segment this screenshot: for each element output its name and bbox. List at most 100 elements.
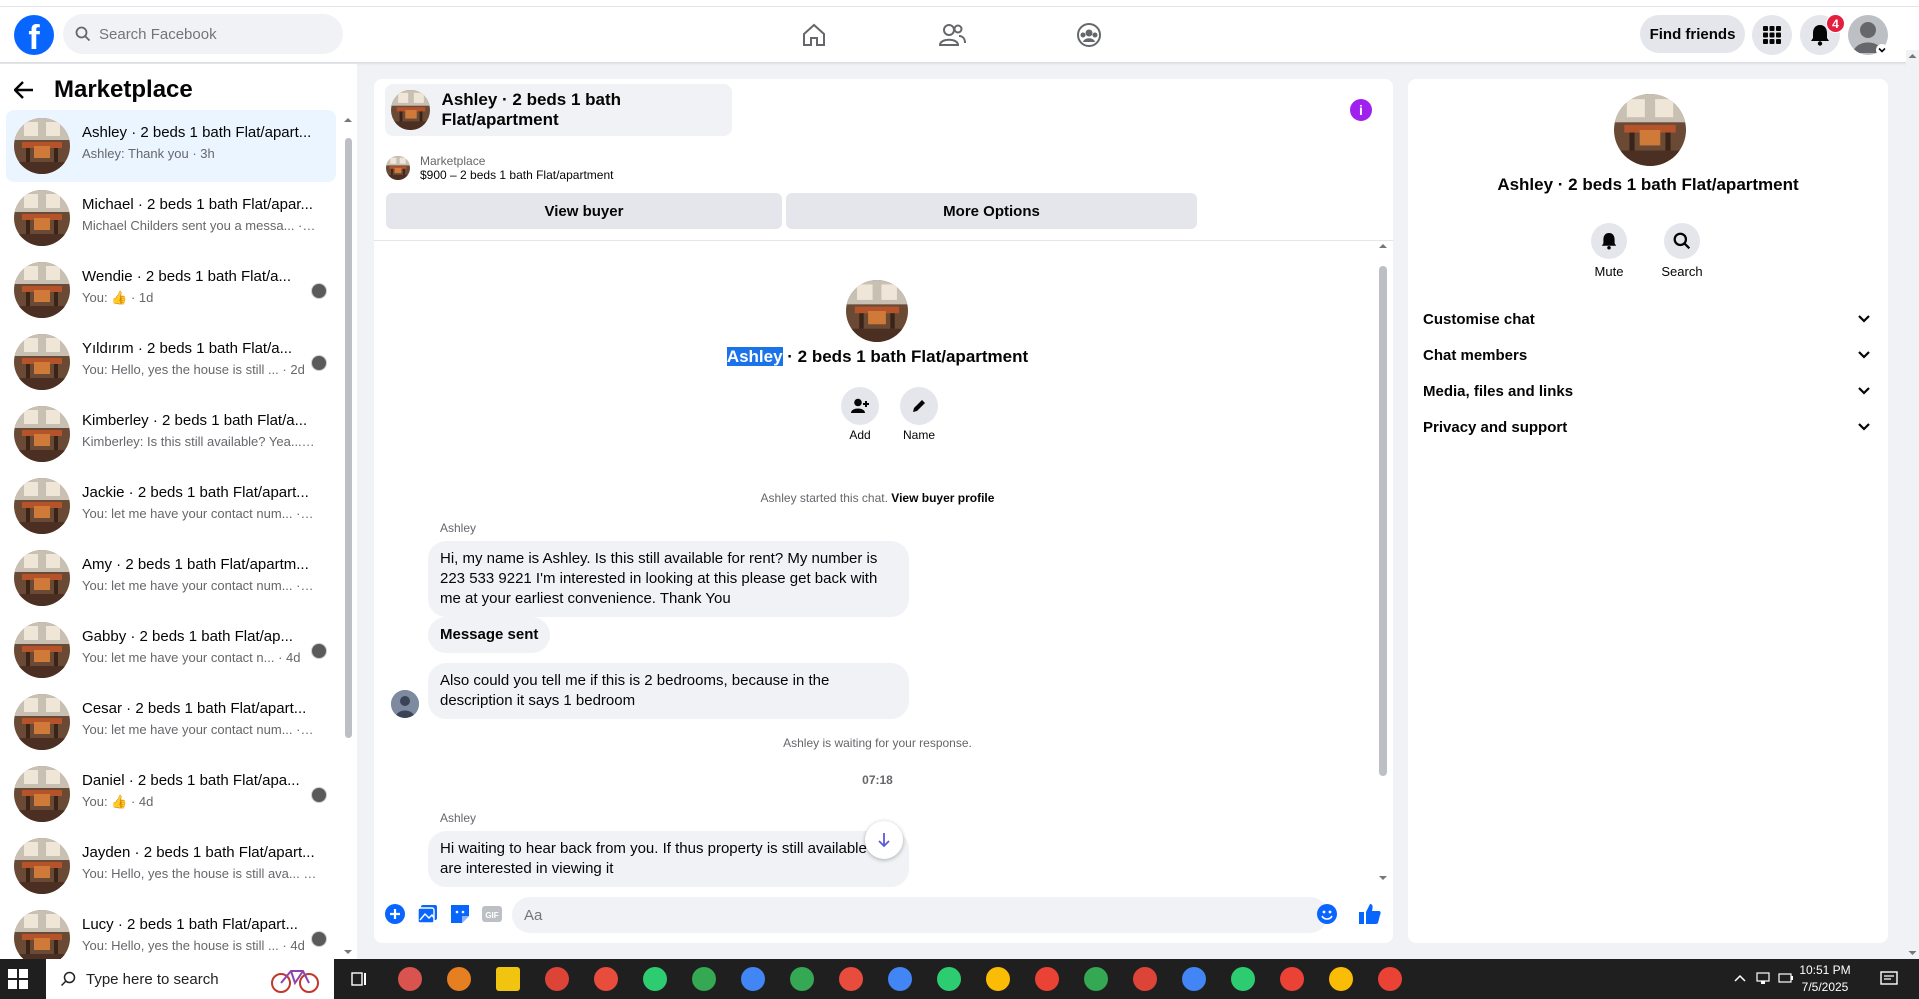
emoji-icon[interactable] (1316, 903, 1338, 925)
info-icon[interactable]: i (1350, 99, 1372, 121)
conversation-item[interactable]: Cesar · 2 beds 1 bath Flat/apart... You: … (6, 686, 336, 758)
conversation-item[interactable]: Ashley · 2 beds 1 bath Flat/apart... Ashl… (6, 110, 336, 182)
chrome-profile-icon[interactable] (1182, 967, 1206, 991)
chrome-profile-icon[interactable] (888, 967, 912, 991)
chrome-profile-icon[interactable] (692, 967, 716, 991)
chat-scrollbar[interactable] (1377, 242, 1389, 882)
profile-name-rest: · 2 beds 1 bath Flat/apartment (782, 347, 1029, 366)
chat-scrollbar-thumb[interactable] (1379, 266, 1387, 776)
chrome-profile-icon[interactable] (790, 967, 814, 991)
conversation-item[interactable]: Lucy · 2 beds 1 bath Flat/apart... You: H… (6, 902, 336, 959)
chrome-profile-icon[interactable] (1280, 967, 1304, 991)
scroll-up-icon[interactable] (344, 116, 352, 124)
facebook-search-input[interactable] (99, 25, 319, 43)
chat-header-title: Ashley · 2 beds 1 bath Flat/apartment (441, 90, 622, 129)
chrome-profile-icon[interactable] (1084, 967, 1108, 991)
listing-info[interactable]: Marketplace $900 – 2 beds 1 bath Flat/ap… (386, 154, 613, 182)
conversation-item[interactable]: Amy · 2 beds 1 bath Flat/apartm... You: l… (6, 542, 336, 614)
chat-members-section[interactable]: Chat members (1423, 337, 1883, 373)
find-friends-button[interactable]: Find friends (1640, 15, 1745, 53)
scroll-to-bottom-button[interactable] (865, 821, 903, 859)
apps-grid-icon (1763, 26, 1781, 44)
conversation-preview: You: 👍 · 1d (82, 290, 154, 305)
photo-icon[interactable] (417, 903, 439, 925)
message-input[interactable] (524, 906, 1284, 924)
chrome-profile-icon[interactable] (1133, 967, 1157, 991)
scroll-up-icon[interactable] (1379, 242, 1387, 250)
groups-nav-button[interactable] (1059, 15, 1119, 55)
left-scrollbar-thumb[interactable] (345, 138, 352, 738)
mute-button[interactable] (1591, 223, 1627, 259)
chrome-profile-icon[interactable] (1378, 967, 1402, 991)
view-buyer-button[interactable]: View buyer (386, 193, 782, 229)
add-people-button[interactable] (841, 387, 879, 425)
sender-avatar[interactable] (391, 690, 419, 718)
chat-header[interactable]: Ashley · 2 beds 1 bath Flat/apartment (385, 84, 732, 136)
conversation-item[interactable]: Jayden · 2 beds 1 bath Flat/apart... You:… (6, 830, 336, 902)
conversation-item[interactable]: Wendie · 2 beds 1 bath Flat/a... You: 👍 ·… (6, 254, 336, 326)
chrome-profile-icon[interactable] (643, 967, 667, 991)
taskbar-clock[interactable]: 10:51 PM 7/5/2025 (1790, 962, 1860, 996)
message-sent-bubble[interactable]: Message sent (428, 617, 551, 653)
arrow-down-icon (878, 833, 890, 848)
mail-app-icon[interactable] (398, 967, 422, 991)
chrome-profile-icon[interactable] (986, 967, 1010, 991)
conversation-preview: You: Hello, yes the house is still ava..… (82, 866, 317, 881)
tray-chevron-up-icon[interactable] (1734, 973, 1746, 983)
task-view-icon[interactable] (350, 970, 368, 988)
back-arrow-icon[interactable] (14, 81, 34, 99)
account-chevron-icon (1876, 44, 1888, 56)
left-scrollbar[interactable] (344, 116, 352, 956)
windows-start-icon[interactable] (8, 969, 28, 989)
network-icon[interactable] (1756, 971, 1770, 985)
more-options-button[interactable]: More Options (786, 193, 1197, 229)
seen-avatar (311, 283, 327, 299)
taskbar-search[interactable]: Type here to search (46, 959, 334, 999)
conversation-title: Ashley · 2 beds 1 bath Flat/apart... (82, 124, 312, 141)
sticker-icon[interactable] (449, 903, 471, 925)
facebook-logo-icon[interactable]: f (14, 15, 54, 55)
chrome-profile-icon[interactable] (594, 967, 618, 991)
page-scrollbar[interactable] (1906, 50, 1919, 959)
scroll-up-icon[interactable] (1908, 52, 1917, 60)
friends-nav-button[interactable] (922, 15, 982, 55)
gif-icon[interactable]: GIF (481, 903, 503, 925)
chrome-profile-icon[interactable] (839, 967, 863, 991)
scroll-down-icon[interactable] (1379, 874, 1387, 882)
scroll-down-icon[interactable] (344, 948, 352, 956)
chrome-profile-icon[interactable] (1329, 967, 1353, 991)
action-center-icon[interactable] (1880, 970, 1898, 988)
file-explorer-icon[interactable] (496, 967, 520, 991)
plus-circle-icon[interactable] (384, 903, 406, 925)
conversation-item[interactable]: Yıldırım · 2 beds 1 bath Flat/a... You: H… (6, 326, 336, 398)
chrome-icon[interactable] (545, 967, 569, 991)
chrome-profile-icon[interactable] (937, 967, 961, 991)
media-files-links-section[interactable]: Media, files and links (1423, 373, 1883, 409)
search-chat-button[interactable] (1664, 223, 1700, 259)
privacy-support-section[interactable]: Privacy and support (1423, 409, 1883, 445)
message-bubble[interactable]: Also could you tell me if this is 2 bedr… (428, 663, 909, 719)
chrome-profile-icon[interactable] (741, 967, 765, 991)
menu-button[interactable] (1752, 15, 1792, 55)
seen-avatar (311, 643, 327, 659)
conversation-item[interactable]: Kimberley · 2 beds 1 bath Flat/a... Kimbe… (6, 398, 336, 470)
office-app-icon[interactable] (447, 967, 471, 991)
chrome-profile-icon[interactable] (1231, 967, 1255, 991)
message-bubble[interactable]: Hi waiting to hear back from you. If thu… (428, 831, 909, 887)
message-input-box[interactable] (512, 897, 1328, 933)
conversation-preview: You: Hello, yes the house is still ... ·… (82, 938, 305, 953)
conversation-item[interactable]: Jackie · 2 beds 1 bath Flat/apart... You:… (6, 470, 336, 542)
scroll-down-icon[interactable] (1908, 949, 1917, 957)
conversation-item[interactable]: Michael · 2 beds 1 bath Flat/apar... Mich… (6, 182, 336, 254)
message-bubble[interactable]: Hi, my name is Ashley. Is this still ava… (428, 541, 909, 617)
chat-profile-name: Ashley · 2 beds 1 bath Flat/apartment (374, 347, 1381, 367)
customise-chat-section[interactable]: Customise chat (1423, 301, 1883, 337)
conversation-item[interactable]: Gabby · 2 beds 1 bath Flat/ap... You: let… (6, 614, 336, 686)
name-chat-button[interactable] (900, 387, 938, 425)
chrome-profile-icon[interactable] (1035, 967, 1059, 991)
facebook-search-box[interactable] (63, 14, 343, 54)
conversation-item[interactable]: Daniel · 2 beds 1 bath Flat/apa... You: 👍… (6, 758, 336, 830)
home-nav-button[interactable] (784, 15, 844, 55)
thumbs-up-icon[interactable] (1358, 902, 1382, 926)
view-buyer-profile-link[interactable]: View buyer profile (891, 491, 994, 505)
